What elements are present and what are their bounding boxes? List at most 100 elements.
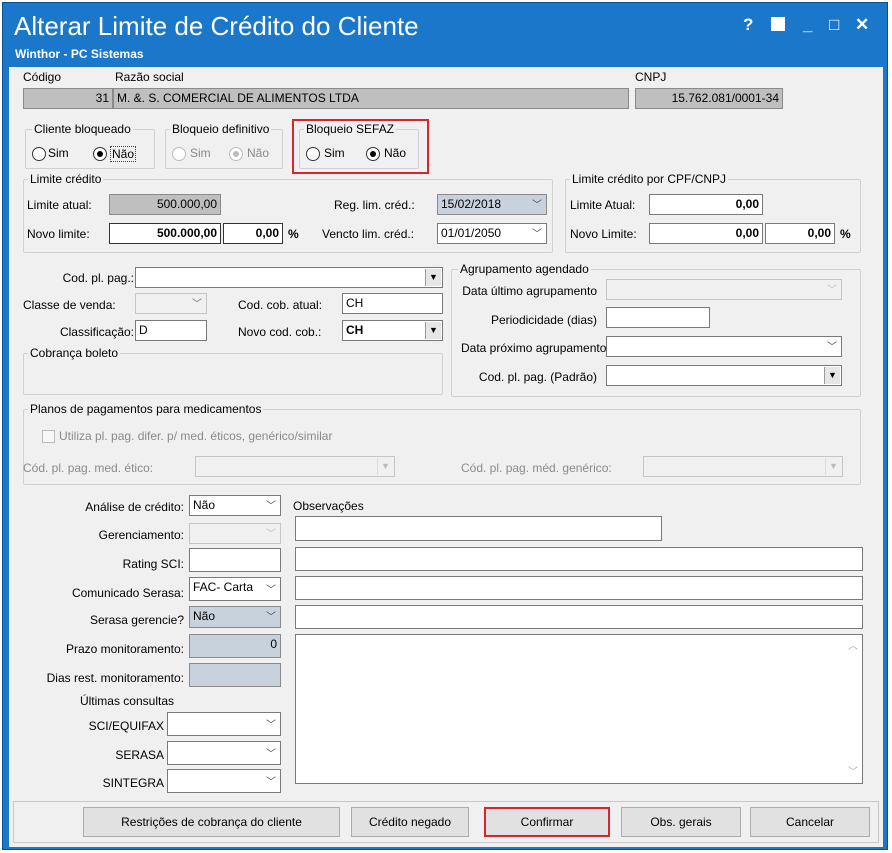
classe-venda-label: Classe de venda: bbox=[23, 298, 116, 312]
observacoes-input-1[interactable] bbox=[295, 516, 662, 541]
cod-med-etico-label: Cód. pl. pag. med. ético: bbox=[23, 461, 154, 475]
utiliza-pl-pag-label: Utiliza pl. pag. difer. p/ med. éticos, … bbox=[59, 429, 333, 443]
periodicidade-label: Periodicidade (dias) bbox=[490, 313, 597, 327]
chevron-down-icon[interactable]: ﹀ bbox=[266, 775, 276, 790]
observacoes-input-2[interactable] bbox=[295, 547, 863, 571]
chevron-down-icon[interactable]: ﹀ bbox=[827, 283, 837, 298]
title-bar[interactable]: Alterar Limite de Crédito do Cliente Win… bbox=[3, 3, 887, 65]
chevron-down-icon[interactable]: ﹀ bbox=[266, 718, 276, 733]
bloqueio-definitivo-sim-radio[interactable] bbox=[172, 147, 186, 161]
analise-credito-value: Não bbox=[193, 498, 216, 512]
bloqueio-sefaz-nao-radio[interactable] bbox=[366, 147, 380, 161]
bloqueio-sefaz-title: Bloqueio SEFAZ bbox=[304, 122, 397, 136]
periodicidade-input[interactable] bbox=[606, 307, 710, 328]
sintegra-select[interactable]: ﹀ bbox=[167, 769, 281, 793]
classe-venda-select[interactable]: ﹀ bbox=[135, 293, 207, 314]
cod-pl-pag-padrao-label: Cod. pl. pag. (Padrão) bbox=[478, 370, 597, 384]
vencto-lim-cred-label: Vencto lim. créd.: bbox=[322, 227, 415, 241]
bloqueio-sefaz-group: Bloqueio SEFAZ Sim Não bbox=[299, 122, 419, 169]
scroll-down-icon[interactable]: ﹀ bbox=[845, 765, 861, 780]
maximize-icon[interactable]: □ bbox=[829, 15, 839, 35]
comunicado-serasa-select[interactable]: FAC- Carta ﹀ bbox=[189, 577, 281, 601]
novo-cod-cob-value: CH bbox=[346, 323, 364, 337]
observacoes-input-3[interactable] bbox=[295, 576, 863, 600]
limite-cpf-pct-input[interactable]: 0,00 bbox=[765, 223, 835, 244]
rating-sci-label: Rating SCI: bbox=[122, 557, 184, 571]
novo-cod-cob-label: Novo cod. cob.: bbox=[238, 325, 322, 339]
bloqueio-definitivo-nao-radio[interactable] bbox=[229, 147, 243, 161]
cnpj-field: 15.762.081/0001-34 bbox=[635, 88, 783, 109]
serasa-gerencie-select[interactable]: Não ﹀ bbox=[189, 606, 281, 628]
cliente-bloqueado-nao-radio[interactable] bbox=[93, 147, 107, 161]
utiliza-pl-pag-checkbox[interactable] bbox=[42, 430, 55, 443]
bloqueio-definitivo-title: Bloqueio definitivo bbox=[170, 122, 272, 136]
cancelar-button[interactable]: Cancelar bbox=[750, 807, 870, 837]
limite-atual-field: 500.000,00 bbox=[109, 194, 221, 215]
cobranca-boleto-group: Cobrança boleto bbox=[23, 346, 443, 395]
restore-icon[interactable] bbox=[771, 17, 785, 31]
rating-sci-input[interactable] bbox=[189, 548, 281, 572]
bloqueio-definitivo-sim-label: Sim bbox=[190, 146, 211, 160]
observacoes-label: Observações bbox=[293, 499, 364, 513]
vencto-lim-cred-field[interactable]: 01/01/2050 ﹀ bbox=[437, 223, 547, 244]
chevron-down-icon[interactable]: ﹀ bbox=[827, 340, 837, 355]
dialog-body: Código 31 Razão social M. &. S. COMERCIA… bbox=[9, 67, 883, 847]
bloqueio-definitivo-nao-label: Não bbox=[247, 146, 270, 160]
novo-cod-cob-select[interactable]: CH ▼ bbox=[342, 320, 443, 341]
novo-limite-pct-input[interactable]: 0,00 bbox=[223, 223, 283, 244]
close-icon[interactable]: ✕ bbox=[855, 15, 869, 35]
chevron-down-icon[interactable]: ﹀ bbox=[266, 610, 276, 625]
dropdown-arrow-icon[interactable]: ▼ bbox=[425, 322, 441, 339]
dropdown-arrow-icon[interactable]: ▼ bbox=[377, 458, 393, 475]
analise-credito-select[interactable]: Não ﹀ bbox=[189, 495, 281, 516]
sci-equifax-select[interactable]: ﹀ bbox=[167, 712, 281, 736]
cliente-bloqueado-sim-radio[interactable] bbox=[32, 147, 46, 161]
comunicado-serasa-value: FAC- Carta bbox=[193, 580, 254, 594]
chevron-down-icon[interactable]: ﹀ bbox=[532, 198, 542, 213]
classificacao-input[interactable]: D bbox=[135, 320, 207, 341]
data-proximo-agrupamento-field[interactable]: ﹀ bbox=[606, 336, 842, 357]
dropdown-arrow-icon[interactable]: ▼ bbox=[425, 269, 441, 286]
bloqueio-sefaz-nao-label: Não bbox=[384, 146, 407, 160]
scroll-up-icon[interactable]: ︿ bbox=[845, 639, 861, 654]
cod-med-etico-select[interactable]: ▼ bbox=[195, 456, 395, 477]
limite-cpf-pct-symbol: % bbox=[840, 227, 851, 241]
chevron-down-icon[interactable]: ﹀ bbox=[266, 527, 276, 542]
chevron-down-icon[interactable]: ﹀ bbox=[532, 227, 542, 242]
bloqueio-sefaz-sim-radio[interactable] bbox=[306, 147, 320, 161]
cod-cob-atual-label: Cod. cob. atual: bbox=[238, 298, 323, 312]
serasa-gerencie-value: Não bbox=[193, 609, 216, 623]
data-ultimo-agrupamento-field[interactable]: ﹀ bbox=[606, 279, 842, 300]
chevron-down-icon[interactable]: ﹀ bbox=[266, 499, 276, 514]
cod-pl-pag-label: Cod. pl. pag.: bbox=[62, 271, 134, 285]
limite-cpf-novo-input[interactable]: 0,00 bbox=[649, 223, 763, 244]
chevron-down-icon[interactable]: ﹀ bbox=[266, 747, 276, 762]
confirmar-button[interactable]: Confirmar bbox=[484, 807, 610, 837]
observacoes-input-4[interactable] bbox=[295, 605, 863, 629]
serasa-gerencie-label: Serasa gerencie? bbox=[89, 613, 184, 627]
analise-credito-label: Análise de crédito: bbox=[85, 500, 184, 514]
reg-lim-cred-value: 15/02/2018 bbox=[441, 197, 502, 211]
credito-negado-button[interactable]: Crédito negado bbox=[351, 807, 469, 837]
gerenciamento-label: Gerenciamento: bbox=[98, 528, 184, 542]
bloqueio-definitivo-group: Bloqueio definitivo Sim Não bbox=[165, 122, 283, 169]
prazo-monitoramento-field: 0 bbox=[189, 634, 281, 658]
cod-pl-pag-select[interactable]: ▼ bbox=[135, 267, 443, 288]
obs-gerais-button[interactable]: Obs. gerais bbox=[621, 807, 741, 837]
help-icon[interactable]: ? bbox=[743, 15, 753, 35]
observacoes-textarea[interactable]: ︿ ﹀ bbox=[295, 634, 863, 784]
serasa-select[interactable]: ﹀ bbox=[167, 741, 281, 765]
novo-limite-input[interactable]: 500.000,00 bbox=[109, 223, 221, 244]
chevron-down-icon[interactable]: ﹀ bbox=[192, 297, 202, 312]
chevron-down-icon[interactable]: ﹀ bbox=[266, 583, 276, 598]
gerenciamento-select[interactable]: ﹀ bbox=[189, 523, 281, 544]
cobranca-boleto-title: Cobrança boleto bbox=[28, 346, 121, 360]
reg-lim-cred-label: Reg. lim. créd.: bbox=[334, 198, 415, 212]
restricoes-cobranca-button[interactable]: Restrições de cobrança do cliente bbox=[83, 807, 340, 837]
dialog-window: Alterar Limite de Crédito do Cliente Win… bbox=[2, 2, 888, 850]
dropdown-arrow-icon[interactable]: ▼ bbox=[824, 367, 840, 384]
cod-med-generico-select[interactable]: ▼ bbox=[643, 456, 843, 477]
minimize-icon[interactable]: _ bbox=[803, 15, 812, 35]
cod-pl-pag-padrao-select[interactable]: ▼ bbox=[606, 365, 842, 386]
dropdown-arrow-icon[interactable]: ▼ bbox=[825, 458, 841, 475]
